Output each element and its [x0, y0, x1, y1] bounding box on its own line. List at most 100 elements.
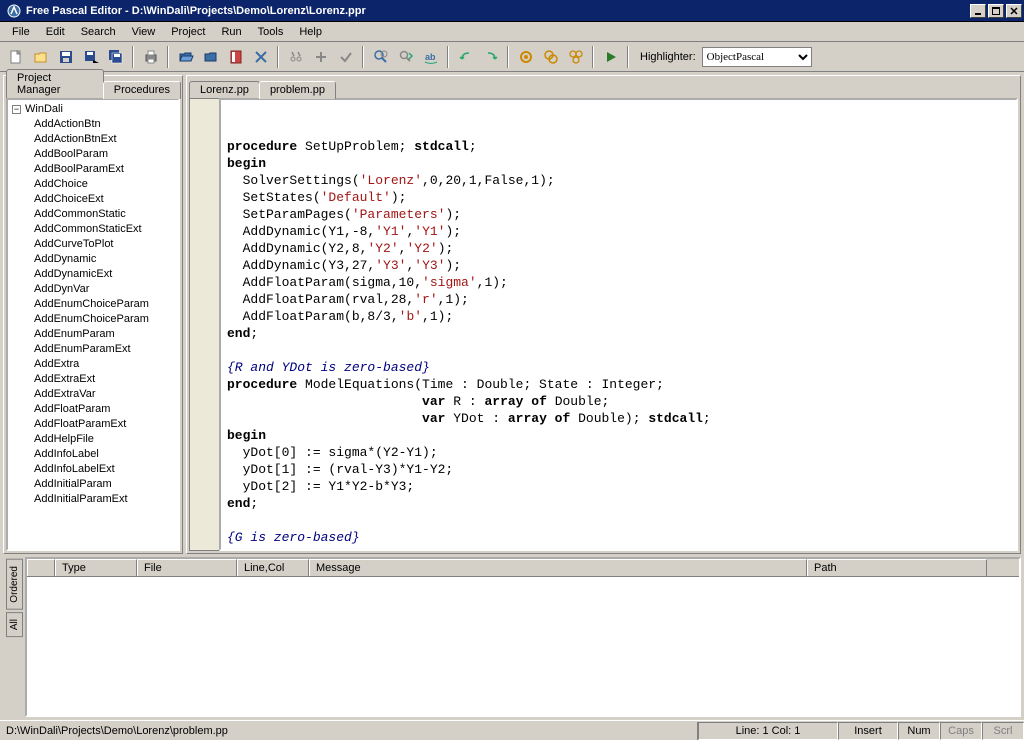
status-scrl: Scrl — [982, 722, 1024, 740]
tree-item[interactable]: AddBoolParam — [34, 147, 176, 162]
tree-item[interactable]: AddInfoLabel — [34, 447, 176, 462]
messages-grid[interactable]: TypeFileLine,ColMessagePath — [25, 557, 1021, 717]
left-tabstrip: Project Manager Procedures — [4, 76, 182, 98]
highlighter-dropdown[interactable]: ObjectPascal — [702, 47, 812, 67]
tree-item[interactable]: AddEnumParam — [34, 327, 176, 342]
folder-closed-icon[interactable] — [199, 46, 222, 68]
grid-col-file[interactable]: File — [137, 559, 237, 576]
undo-icon[interactable] — [454, 46, 477, 68]
find-icon[interactable] — [369, 46, 392, 68]
status-bar: D:\WinDali\Projects\Demo\Lorenz\problem.… — [0, 720, 1024, 740]
toolbar-separator — [627, 46, 629, 68]
tree-item[interactable]: AddDynamic — [34, 252, 176, 267]
messages-grid-body[interactable] — [27, 577, 1019, 715]
tree-item[interactable]: AddDynVar — [34, 282, 176, 297]
save-file-icon[interactable] — [54, 46, 77, 68]
grid-col-line,col[interactable]: Line,Col — [237, 559, 309, 576]
tree-item[interactable]: AddActionBtnExt — [34, 132, 176, 147]
grid-col-type[interactable]: Type — [55, 559, 137, 576]
build-icon[interactable] — [539, 46, 562, 68]
grid-col-message[interactable]: Message — [309, 559, 807, 576]
tree-item[interactable]: AddBoolParamExt — [34, 162, 176, 177]
tree-item[interactable]: AddChoiceExt — [34, 192, 176, 207]
editor-scroll[interactable]: procedure SetUpProblem; stdcall;begin So… — [219, 98, 1018, 551]
messages-panel: Ordered All TypeFileLine,ColMessagePath — [3, 557, 1021, 717]
menu-bar: FileEditSearchViewProjectRunToolsHelp — [0, 22, 1024, 42]
tree-collapse-icon[interactable]: − — [12, 105, 21, 114]
toolbar-separator — [167, 46, 169, 68]
status-path: D:\WinDali\Projects\Demo\Lorenz\problem.… — [0, 722, 698, 740]
maximize-button[interactable] — [988, 4, 1004, 18]
tree-item[interactable]: AddInitialParamExt — [34, 492, 176, 507]
menu-run[interactable]: Run — [213, 24, 249, 40]
minimize-button[interactable] — [970, 4, 986, 18]
toolbar-separator — [132, 46, 134, 68]
tab-project-manager[interactable]: Project Manager — [6, 69, 104, 99]
menu-project[interactable]: Project — [163, 24, 213, 40]
open-file-icon[interactable] — [29, 46, 52, 68]
check-icon[interactable] — [334, 46, 357, 68]
new-file-icon[interactable] — [4, 46, 27, 68]
folder-open-icon[interactable] — [174, 46, 197, 68]
tree-item[interactable]: AddCommonStatic — [34, 207, 176, 222]
tree-item[interactable]: AddActionBtn — [34, 117, 176, 132]
run-icon[interactable] — [599, 46, 622, 68]
tree-item[interactable]: AddEnumChoiceParam — [34, 297, 176, 312]
grid-col-path[interactable]: Path — [807, 559, 987, 576]
tree-item[interactable]: AddExtra — [34, 357, 176, 372]
configure-icon[interactable] — [309, 46, 332, 68]
toolbar-separator — [592, 46, 594, 68]
menu-tools[interactable]: Tools — [250, 24, 292, 40]
tab-lorenz-pp[interactable]: Lorenz.pp — [189, 81, 260, 99]
tree-item[interactable]: AddExtraExt — [34, 372, 176, 387]
replace-icon[interactable]: ab — [419, 46, 442, 68]
tree-item[interactable]: AddHelpFile — [34, 432, 176, 447]
save-file-dropdown-icon[interactable] — [79, 46, 102, 68]
options-icon[interactable] — [284, 46, 307, 68]
print-icon[interactable] — [139, 46, 162, 68]
menu-view[interactable]: View — [124, 24, 164, 40]
tree-item[interactable]: AddCurveToPlot — [34, 237, 176, 252]
menu-edit[interactable]: Edit — [38, 24, 73, 40]
left-panel: Project Manager Procedures −WinDali AddA… — [3, 75, 183, 554]
messages-side-tabs: Ordered All — [3, 557, 25, 717]
book-icon[interactable] — [224, 46, 247, 68]
messages-tab-all[interactable]: All — [6, 612, 23, 637]
svg-text:ab: ab — [425, 52, 436, 62]
editor-panel: Lorenz.pp problem.pp procedure SetUpProb… — [186, 75, 1021, 554]
build-all-icon[interactable] — [564, 46, 587, 68]
tree-item[interactable]: AddDynamicExt — [34, 267, 176, 282]
tree-item[interactable]: AddFloatParam — [34, 402, 176, 417]
toolbar: ab Highlighter: ObjectPascal — [0, 42, 1024, 72]
code-editor[interactable]: procedure SetUpProblem; stdcall;begin So… — [221, 100, 1016, 550]
save-all-icon[interactable] — [104, 46, 127, 68]
cross-icon[interactable] — [249, 46, 272, 68]
tree-item[interactable]: AddExtraVar — [34, 387, 176, 402]
menu-file[interactable]: File — [4, 24, 38, 40]
tree-item[interactable]: AddFloatParamExt — [34, 417, 176, 432]
toolbar-separator — [447, 46, 449, 68]
tree-item[interactable]: AddEnumChoiceParam — [34, 312, 176, 327]
tree-item[interactable]: AddCommonStaticExt — [34, 222, 176, 237]
messages-tab-ordered[interactable]: Ordered — [6, 559, 23, 610]
editor-tabstrip: Lorenz.pp problem.pp — [187, 76, 1020, 98]
compile-icon[interactable] — [514, 46, 537, 68]
editor-gutter — [189, 98, 219, 551]
messages-grid-header: TypeFileLine,ColMessagePath — [27, 559, 1019, 577]
tree-item[interactable]: AddEnumParamExt — [34, 342, 176, 357]
tree-item[interactable]: AddInitialParam — [34, 477, 176, 492]
tree-root[interactable]: −WinDali AddActionBtnAddActionBtnExtAddB… — [10, 102, 176, 507]
procedures-tree-panel[interactable]: −WinDali AddActionBtnAddActionBtnExtAddB… — [6, 98, 180, 551]
redo-icon[interactable] — [479, 46, 502, 68]
tab-procedures[interactable]: Procedures — [103, 81, 181, 99]
grid-col-handle[interactable] — [27, 559, 55, 576]
find-next-icon[interactable] — [394, 46, 417, 68]
menu-search[interactable]: Search — [73, 24, 124, 40]
menu-help[interactable]: Help — [291, 24, 330, 40]
tree-item[interactable]: AddInfoLabelExt — [34, 462, 176, 477]
highlighter-label: Highlighter: — [640, 51, 696, 63]
tree-item[interactable]: AddChoice — [34, 177, 176, 192]
close-button[interactable] — [1006, 4, 1022, 18]
tab-problem-pp[interactable]: problem.pp — [259, 81, 336, 99]
toolbar-separator — [277, 46, 279, 68]
